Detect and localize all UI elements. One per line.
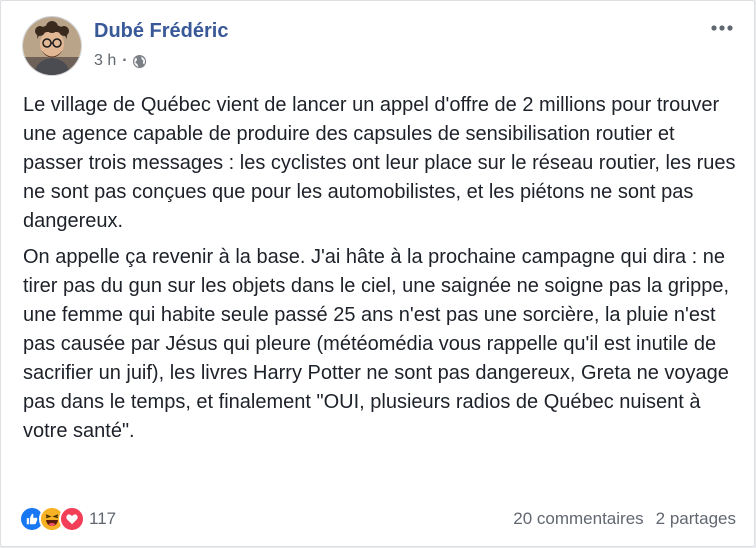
love-icon [59, 506, 85, 532]
post-card: Dubé Frédéric 3 h · Le village de Québec… [0, 0, 755, 547]
comments-count-link[interactable]: 20 commentaires [513, 509, 643, 529]
post-paragraph-1: Le village de Québec vient de lancer un … [23, 94, 736, 232]
reactions-summary[interactable]: 117 [19, 506, 116, 532]
meta-separator: · [122, 52, 128, 69]
post-time[interactable]: 3 h [94, 52, 116, 70]
post-meta: 3 h · [94, 52, 147, 70]
engagement-stats: 20 commentaires 2 partages [513, 509, 736, 529]
author-avatar[interactable] [22, 16, 82, 76]
avatar-photo [23, 17, 81, 75]
post-paragraph-2: On appelle ça revenir à la base. J'ai hâ… [23, 246, 730, 442]
shares-count-link[interactable]: 2 partages [656, 509, 736, 529]
reaction-count: 117 [89, 509, 117, 528]
more-options-icon[interactable] [708, 19, 736, 37]
post-footer: 117 20 commentaires 2 partages [19, 504, 736, 534]
author-name[interactable]: Dubé Frédéric [94, 20, 228, 43]
post-text: Le village de Québec vient de lancer un … [23, 91, 738, 453]
globe-icon[interactable] [132, 54, 147, 69]
